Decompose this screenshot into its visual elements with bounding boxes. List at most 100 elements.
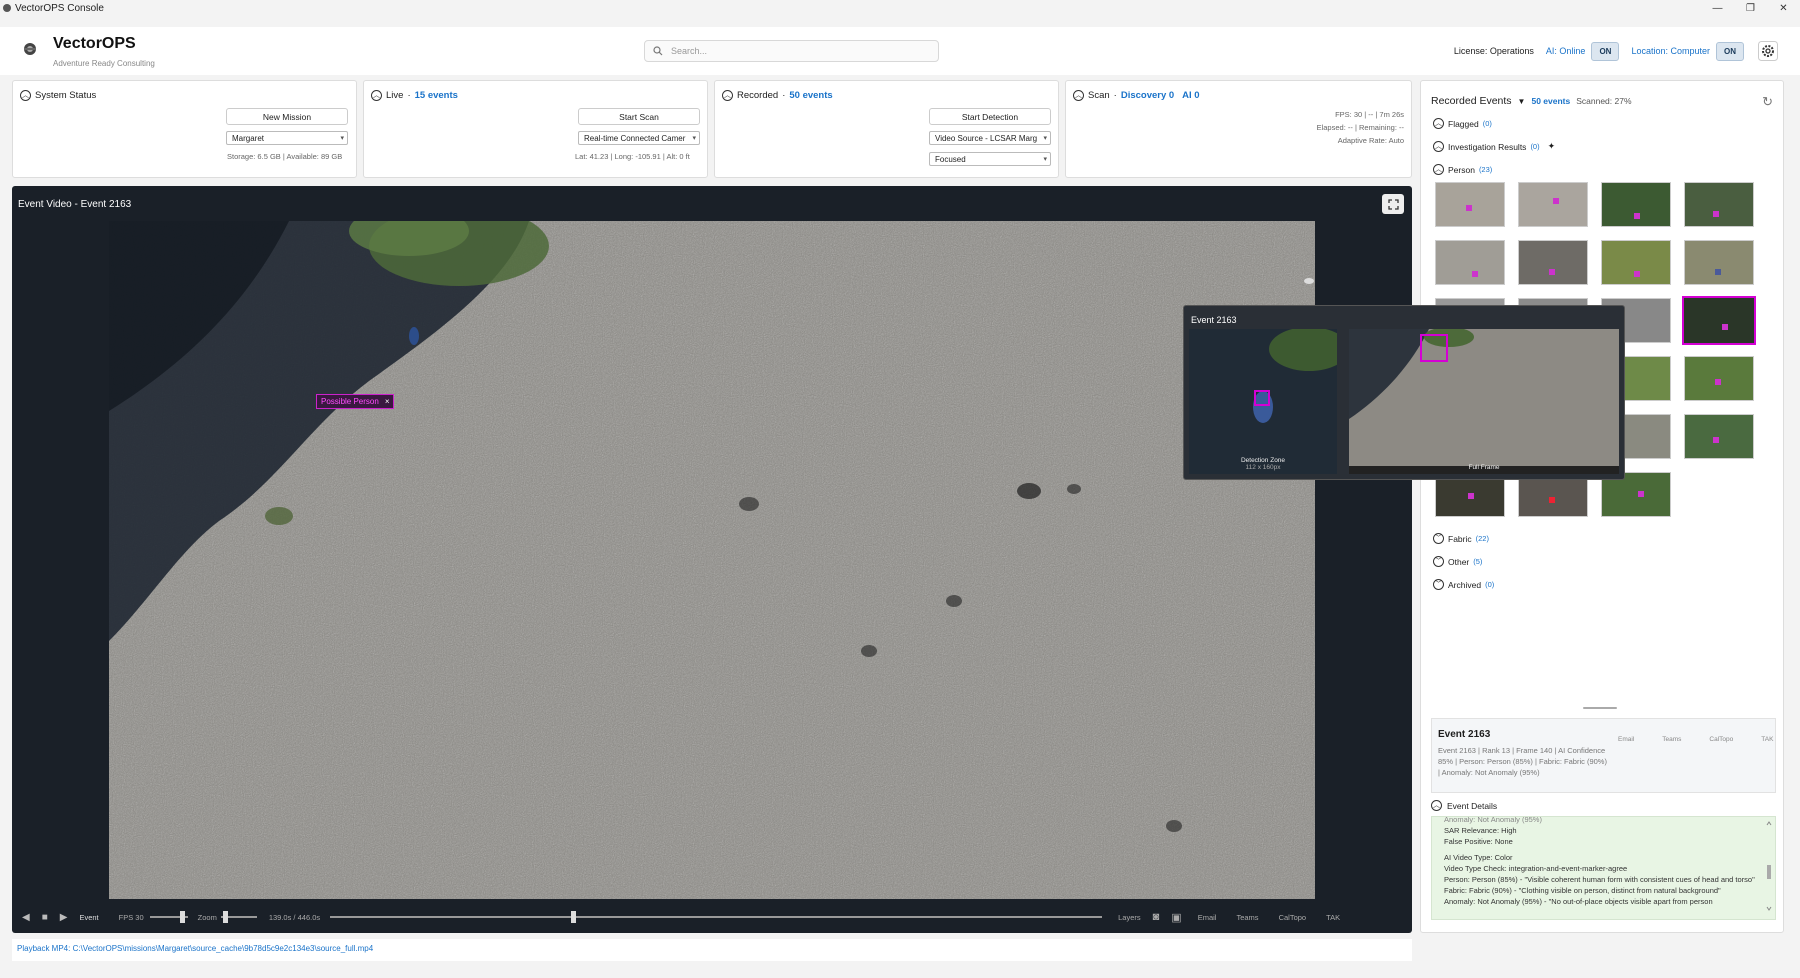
zone-image [1189,327,1349,474]
close-icon[interactable]: × [385,397,390,406]
event-button[interactable]: Event [79,913,98,922]
zoom-slider-knob[interactable] [222,911,228,923]
tak-action[interactable]: TAK [1761,736,1773,743]
event-thumbnail[interactable] [1435,182,1505,227]
teams-action[interactable]: Teams [1662,736,1681,743]
video-title: Event Video - Event 2163 [18,199,132,210]
caltopo-button[interactable]: CalTopo [1279,913,1307,922]
expand-icon: ﹀ [1433,533,1444,544]
group-label: Fabric [1448,533,1472,544]
detection-zone-image[interactable]: Detection Zone 112 x 160px [1189,327,1349,474]
mission-select[interactable]: Margaret ▾ [226,131,348,145]
collapse-icon[interactable]: ︿ [20,90,31,101]
teams-button[interactable]: Teams [1236,913,1258,922]
playback-controls: ◀ ■ ▶ Event FPS 30 Zoom 139.0s / 446.0s … [22,908,1402,926]
recorded-event-count[interactable]: 50 events [789,90,832,101]
filter-icon[interactable]: ▼ [1518,97,1526,106]
event-thumbnail[interactable] [1684,414,1754,459]
mode-select[interactable]: Focused ▾ [929,152,1051,166]
zoom-slider[interactable] [220,911,257,923]
event-thumbnail[interactable] [1518,240,1588,285]
previous-icon[interactable]: ◀ [22,912,30,923]
event-thumbnail[interactable] [1435,240,1505,285]
collapse-icon[interactable]: ︿ [1431,800,1442,811]
detail-line: Fabric: Fabric (90%) - "Clothing visible… [1444,886,1721,895]
group-archived[interactable]: ﹀ Archived (0) [1433,579,1494,590]
collapse-icon[interactable]: ︿ [371,90,382,101]
event-thumbnail[interactable] [1684,182,1754,227]
full-frame-label: Full Frame [1468,464,1500,471]
event-thumbnail[interactable] [1601,182,1671,227]
camera-icon[interactable]: ◙ [1153,911,1160,923]
collapse-icon: ︿ [1433,141,1444,152]
full-frame-image[interactable]: Full Frame [1349,327,1619,474]
video-source-select[interactable]: Video Source - LCSAR Marg ▾ [929,131,1051,145]
timeline-slider[interactable] [330,911,1103,923]
event-thumbnail[interactable] [1684,240,1754,285]
event-details-box[interactable]: Anomaly: Not Anomaly (95%) SAR Relevance… [1431,816,1776,920]
detail-line: Anomaly: Not Anomaly (95%) - "No out-of-… [1444,897,1713,906]
panel-splitter[interactable] [1583,707,1617,709]
email-action[interactable]: Email [1618,736,1634,743]
camera-select[interactable]: Real-time Connected Camer ▾ [578,131,700,145]
stop-icon[interactable]: ■ [42,912,48,923]
fullscreen-button[interactable] [1382,194,1404,214]
play-icon[interactable]: ▶ [60,912,68,923]
playback-path[interactable]: Playback MP4: C:\VectorOPS\missions\Marg… [12,939,1412,961]
recorded-panel: ︿ Recorded · 50 events Start Detection Vide… [714,80,1059,178]
recorded-events-title: Recorded Events [1431,95,1512,107]
panel-title: System Status [35,90,97,101]
caltopo-action[interactable]: CalTopo [1709,736,1733,743]
details-scrollbar[interactable] [1766,821,1772,911]
tak-button[interactable]: TAK [1326,913,1340,922]
group-flagged[interactable]: ︿ Flagged (0) [1433,118,1492,129]
group-count: (0) [1530,142,1540,151]
group-person[interactable]: ︿ Person (23) [1433,164,1492,175]
timeline-knob[interactable] [570,911,576,923]
ai-toggle-button[interactable]: ON [1591,41,1620,61]
location-toggle-button[interactable]: ON [1716,41,1744,61]
event-thumbnail[interactable] [1601,240,1671,285]
refresh-icon[interactable]: ↻ [1762,94,1773,110]
group-investigation[interactable]: ︿ Investigation Results (0) ✦ [1433,141,1555,152]
record-icon[interactable]: ▣ [1171,911,1181,924]
search-input[interactable]: Search... [644,40,939,62]
group-other[interactable]: ﹀ Other (5) [1433,556,1482,567]
detection-tag[interactable]: Possible Person × [316,394,395,409]
new-mission-button[interactable]: New Mission [226,108,348,125]
group-fabric[interactable]: ﹀ Fabric (22) [1433,533,1489,544]
live-event-count[interactable]: 15 events [415,90,458,101]
collapse-icon[interactable]: ︿ [722,90,733,101]
gear-icon[interactable] [1758,41,1778,61]
start-scan-button[interactable]: Start Scan [578,108,700,125]
group-count: (0) [1485,580,1495,589]
video-frame[interactable]: Possible Person × [109,221,1315,899]
time-readout: 139.0s / 446.0s [268,912,321,922]
app-header: VectorOPS Adventure Ready Consulting Sea… [0,27,1800,75]
event-video-panel: Event Video - Event 2163 Possible Person… [12,186,1412,933]
zone-size: 112 x 160px [1245,464,1281,471]
collapse-icon[interactable]: ︿ [1073,90,1084,101]
fps-readout: FPS: 30 | -- | 7m 26s [1335,110,1404,119]
title-bar: VectorOPS Console — ❐ ✕ [0,0,1800,16]
mission-value: Margaret [232,133,265,143]
ai-status-link[interactable]: AI: Online [1546,46,1586,56]
panel-title: Recorded [737,90,779,101]
event-thumbnail-selected[interactable] [1682,296,1756,345]
minimize-icon[interactable]: — [1701,0,1734,16]
fps-slider-knob[interactable] [179,911,185,923]
fps-slider[interactable] [149,911,188,923]
location-link[interactable]: Location: Computer [1631,46,1710,56]
collapse-icon: ︿ [1433,164,1444,175]
event-preview-popup: Event 2163 Detection Zone 112 x 160px Ful… [1183,305,1625,480]
close-icon[interactable]: ✕ [1767,0,1800,16]
window-title: VectorOPS Console [15,2,104,14]
event-thumbnail[interactable] [1518,182,1588,227]
sparkle-icon[interactable]: ✦ [1548,141,1556,152]
start-detection-button[interactable]: Start Detection [929,108,1051,125]
event-thumbnail[interactable] [1684,356,1754,401]
restore-icon[interactable]: ❐ [1734,0,1767,16]
mode-value: Focused [935,154,966,164]
email-button[interactable]: Email [1198,913,1217,922]
layers-button[interactable]: Layers [1118,913,1141,922]
